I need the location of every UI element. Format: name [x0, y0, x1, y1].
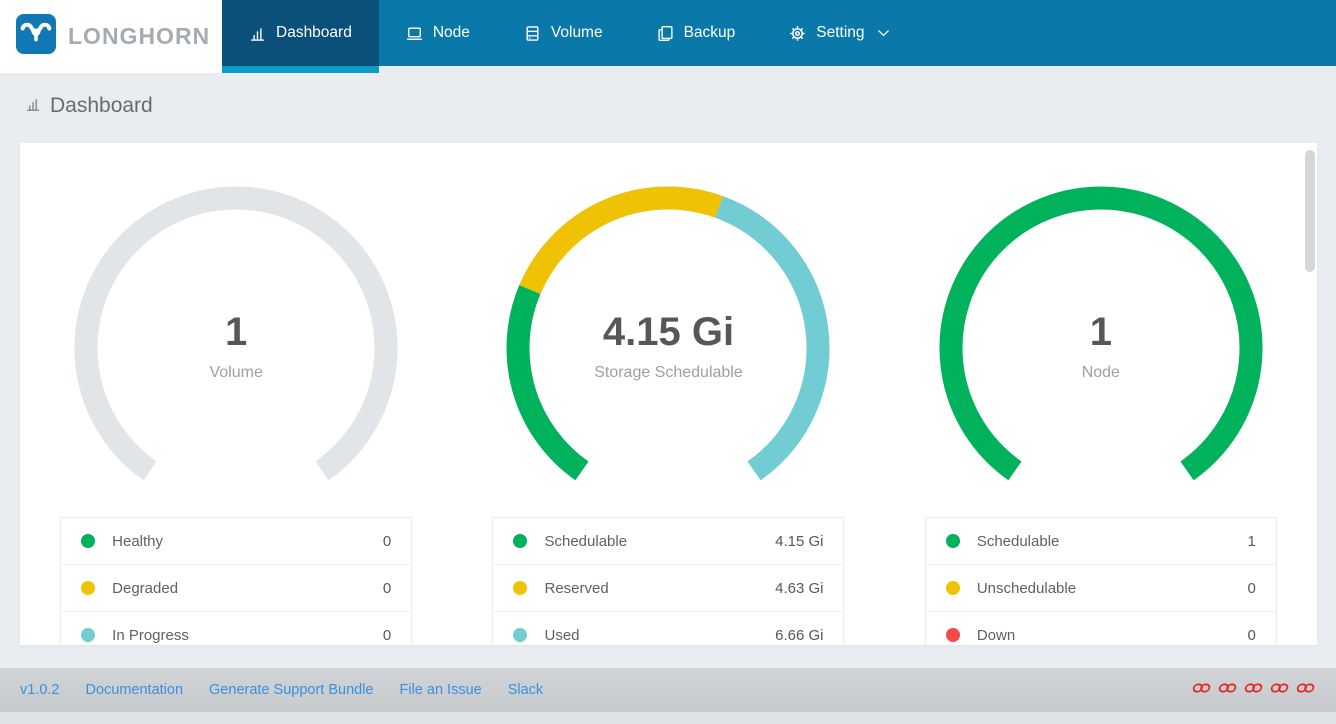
- footer-links: v1.0.2 Documentation Generate Support Bu…: [20, 682, 543, 698]
- status-dot: [946, 628, 960, 642]
- status-dot: [81, 628, 95, 642]
- legend-row: Schedulable 1: [926, 518, 1276, 565]
- bar-chart-icon: [249, 25, 266, 42]
- chevron-down-icon: [877, 29, 890, 38]
- nav-item-volume[interactable]: Volume: [497, 0, 630, 66]
- nav-item-label: Node: [433, 24, 470, 42]
- legend-row: In Progress 0: [61, 612, 411, 645]
- nav-item-setting[interactable]: Setting: [762, 0, 916, 66]
- breadcrumb: Dashboard: [25, 94, 153, 118]
- legend-label: In Progress: [112, 627, 383, 644]
- charts-row: 1 Volume Healthy 0 Degraded 0 In Progres…: [20, 143, 1317, 645]
- legend-label: Healthy: [112, 533, 383, 550]
- nav-item-label: Dashboard: [276, 24, 352, 42]
- nav-menu: Dashboard Node Volume: [222, 0, 1336, 66]
- broken-link-icon[interactable]: [1268, 680, 1290, 701]
- legend-value: 0: [1247, 580, 1255, 597]
- status-dot: [81, 534, 95, 548]
- legend-label: Schedulable: [544, 533, 775, 550]
- nav-item-label: Volume: [551, 24, 603, 42]
- legend-label: Unschedulable: [977, 580, 1248, 597]
- legend-row: Reserved 4.63 Gi: [493, 565, 843, 612]
- volume-legend-card: Healthy 0 Degraded 0 In Progress 0: [60, 517, 412, 645]
- gear-icon: [789, 25, 806, 42]
- legend-label: Used: [544, 627, 775, 644]
- legend-value: 0: [383, 533, 391, 550]
- logo-wordmark: LONGHORN: [68, 23, 210, 50]
- copy-icon: [657, 25, 674, 42]
- status-dot: [81, 581, 95, 595]
- slack-link[interactable]: Slack: [508, 682, 543, 698]
- legend-value: 6.66 Gi: [775, 627, 823, 644]
- status-dot: [513, 628, 527, 642]
- longhorn-logo[interactable]: LONGHORN: [0, 0, 222, 73]
- legend-row: Degraded 0: [61, 565, 411, 612]
- status-dot: [513, 534, 527, 548]
- version-link[interactable]: v1.0.2: [20, 682, 60, 698]
- footer-bar: v1.0.2 Documentation Generate Support Bu…: [0, 668, 1336, 712]
- status-dot: [946, 581, 960, 595]
- nav-item-backup[interactable]: Backup: [630, 0, 763, 66]
- storage-chart-column: 4.15 Gi Storage Schedulable Schedulable …: [452, 143, 884, 645]
- broken-link-icon[interactable]: [1294, 680, 1316, 701]
- legend-row: Used 6.66 Gi: [493, 612, 843, 645]
- volume-chart-column: 1 Volume Healthy 0 Degraded 0 In Progres…: [20, 143, 452, 645]
- nav-item-label: Setting: [816, 24, 864, 42]
- node-gauge: 1 Node: [936, 183, 1266, 513]
- longhorn-bull-icon: [16, 14, 56, 59]
- nav-item-node[interactable]: Node: [379, 0, 497, 66]
- legend-value: 4.15 Gi: [775, 533, 823, 550]
- laptop-icon: [406, 25, 423, 42]
- documentation-link[interactable]: Documentation: [86, 682, 184, 698]
- generate-support-bundle-link[interactable]: Generate Support Bundle: [209, 682, 373, 698]
- bar-chart-icon: [25, 96, 41, 117]
- broken-link-icon[interactable]: [1190, 680, 1212, 701]
- legend-value: 0: [383, 627, 391, 644]
- legend-label: Schedulable: [977, 533, 1248, 550]
- node-chart-column: 1 Node Schedulable 1 Unschedulable 0 Dow…: [885, 143, 1317, 645]
- storage-gauge: 4.15 Gi Storage Schedulable: [503, 183, 833, 513]
- dashboard-card: 1 Volume Healthy 0 Degraded 0 In Progres…: [20, 143, 1317, 645]
- node-legend-card: Schedulable 1 Unschedulable 0 Down 0: [925, 517, 1277, 645]
- legend-row: Healthy 0: [61, 518, 411, 565]
- legend-label: Degraded: [112, 580, 383, 597]
- legend-value: 0: [1247, 627, 1255, 644]
- footer-social-icons: [1192, 680, 1316, 701]
- active-tab-underline: [222, 66, 379, 73]
- legend-row: Unschedulable 0: [926, 565, 1276, 612]
- page-title: Dashboard: [50, 94, 153, 118]
- legend-row: Schedulable 4.15 Gi: [493, 518, 843, 565]
- card-scrollbar-thumb[interactable]: [1305, 150, 1315, 272]
- window-scrollbar-track: [0, 712, 1336, 724]
- file-an-issue-link[interactable]: File an Issue: [399, 682, 481, 698]
- nav-item-label: Backup: [684, 24, 736, 42]
- storage-legend-card: Schedulable 4.15 Gi Reserved 4.63 Gi Use…: [492, 517, 844, 645]
- status-dot: [946, 534, 960, 548]
- broken-link-icon[interactable]: [1216, 680, 1238, 701]
- nav-item-dashboard[interactable]: Dashboard: [222, 0, 379, 66]
- legend-value: 1: [1247, 533, 1255, 550]
- legend-row: Down 0: [926, 612, 1276, 645]
- volume-gauge: 1 Volume: [71, 183, 401, 513]
- database-icon: [524, 25, 541, 42]
- legend-label: Reserved: [544, 580, 775, 597]
- legend-value: 0: [383, 580, 391, 597]
- broken-link-icon[interactable]: [1242, 680, 1264, 701]
- legend-label: Down: [977, 627, 1248, 644]
- top-navbar: LONGHORN Dashboard Node: [0, 0, 1336, 73]
- status-dot: [513, 581, 527, 595]
- legend-value: 4.63 Gi: [775, 580, 823, 597]
